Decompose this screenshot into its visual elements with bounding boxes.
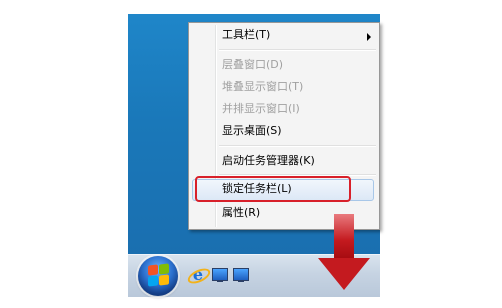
menu-item-label: 堆叠显示窗口(T) (222, 80, 304, 93)
menu-item-start-task-manager[interactable]: 启动任务管理器(K) (222, 152, 315, 170)
menu-item-properties[interactable]: 属性(R) (222, 204, 260, 222)
menu-item-label: 显示桌面(S) (222, 124, 282, 137)
menu-item-cascade-windows: 层叠窗口(D) (222, 56, 283, 74)
show-desktop-icon[interactable] (211, 265, 229, 283)
annotation-highlight-box (195, 176, 351, 202)
menu-item-label: 层叠窗口(D) (222, 58, 284, 71)
menu-separator (219, 145, 376, 147)
menu-item-label: 属性(R) (222, 206, 261, 219)
submenu-arrow-icon (367, 33, 371, 41)
menu-item-label: 工具栏(T) (222, 28, 271, 41)
menu-item-show-desktop[interactable]: 显示桌面(S) (222, 122, 282, 140)
menu-separator (219, 49, 376, 51)
switch-windows-icon[interactable] (232, 265, 250, 283)
menu-item-side-by-side-windows: 并排显示窗口(I) (222, 100, 300, 118)
menu-item-label: 启动任务管理器(K) (222, 154, 315, 167)
menu-item-label: 并排显示窗口(I) (222, 102, 300, 115)
down-arrow-icon (318, 214, 370, 290)
start-orb-icon[interactable] (138, 256, 178, 296)
menu-item-toolbars[interactable]: 工具栏(T) (222, 26, 270, 44)
internet-explorer-icon[interactable]: e (185, 265, 213, 287)
menu-item-stack-windows: 堆叠显示窗口(T) (222, 78, 303, 96)
